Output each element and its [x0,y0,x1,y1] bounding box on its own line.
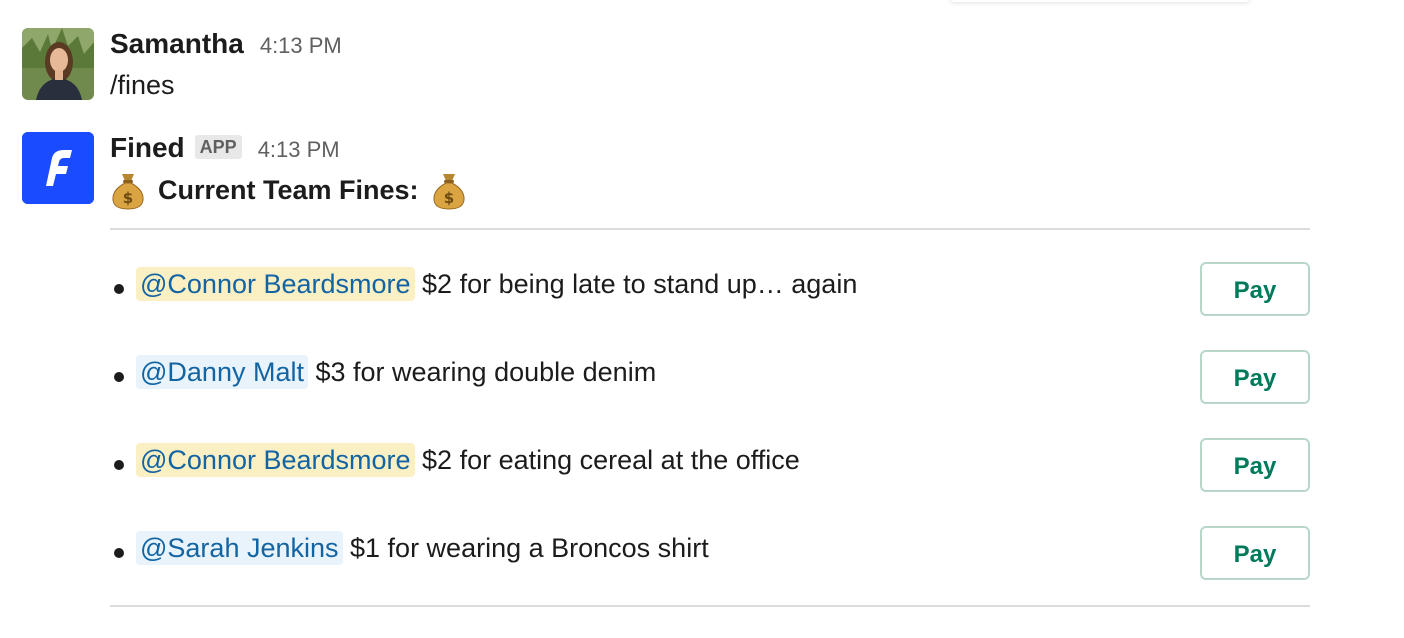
sender-name[interactable]: Samantha [110,28,244,60]
sender-name[interactable]: Fined [110,132,185,164]
user-mention[interactable]: @Sarah Jenkins [136,531,343,565]
svg-text:$: $ [443,189,453,207]
fine-text: @Connor Beardsmore $2 for being late to … [136,264,857,304]
app-logo-icon[interactable] [22,132,94,204]
message-text: /fines [110,70,175,100]
list-item: @Connor Beardsmore $2 for being late to … [110,262,1310,318]
user-mention[interactable]: @Connor Beardsmore [136,443,415,477]
list-item: @Sarah Jenkins $1 for wearing a Broncos … [110,526,1310,582]
message-body: Samantha 4:13 PM /fines [110,28,1310,104]
fines-title: $ Current Team Fines: $ [110,170,1310,210]
fine-text: @Sarah Jenkins $1 for wearing a Broncos … [136,528,709,568]
bullet [114,284,124,294]
pay-button[interactable]: Pay [1200,438,1310,492]
divider [110,605,1310,607]
fine-text: @Danny Malt $3 for wearing double denim [136,352,656,392]
divider [110,228,1310,230]
pay-button[interactable]: Pay [1200,262,1310,316]
bullet [114,460,124,470]
fine-description: $3 for wearing double denim [307,357,657,387]
pay-button[interactable]: Pay [1200,350,1310,404]
message-samantha: Samantha 4:13 PM /fines [22,28,1322,108]
money-bag-icon: $ [431,170,467,210]
user-mention[interactable]: @Connor Beardsmore [136,267,415,301]
fine-text: @Connor Beardsmore $2 for eating cereal … [136,440,800,480]
money-bag-icon: $ [110,170,146,210]
fine-description: $1 for wearing a Broncos shirt [342,533,709,563]
popup-edge [950,0,1250,2]
message-header: Samantha 4:13 PM [110,28,1310,62]
timestamp[interactable]: 4:13 PM [258,137,340,163]
avatar[interactable] [22,28,94,100]
bullet [114,372,124,382]
app-badge: APP [194,135,242,159]
bullet [114,548,124,558]
list-item: @Connor Beardsmore $2 for eating cereal … [110,438,1310,494]
message-body: Fined APP 4:13 PM $ Current Team Fines: [110,132,1310,210]
user-mention[interactable]: @Danny Malt [136,355,308,389]
fines-title-text: Current Team Fines: [158,175,419,205]
timestamp[interactable]: 4:13 PM [260,33,342,59]
svg-text:$: $ [123,189,133,207]
pay-button[interactable]: Pay [1200,526,1310,580]
list-item: @Danny Malt $3 for wearing double denim … [110,350,1310,406]
fine-description: $2 for eating cereal at the office [414,445,800,475]
message-header: Fined APP 4:13 PM [110,132,1310,166]
fine-description: $2 for being late to stand up… again [414,269,858,299]
message-fined: Fined APP 4:13 PM $ Current Team Fines: [22,132,1322,212]
